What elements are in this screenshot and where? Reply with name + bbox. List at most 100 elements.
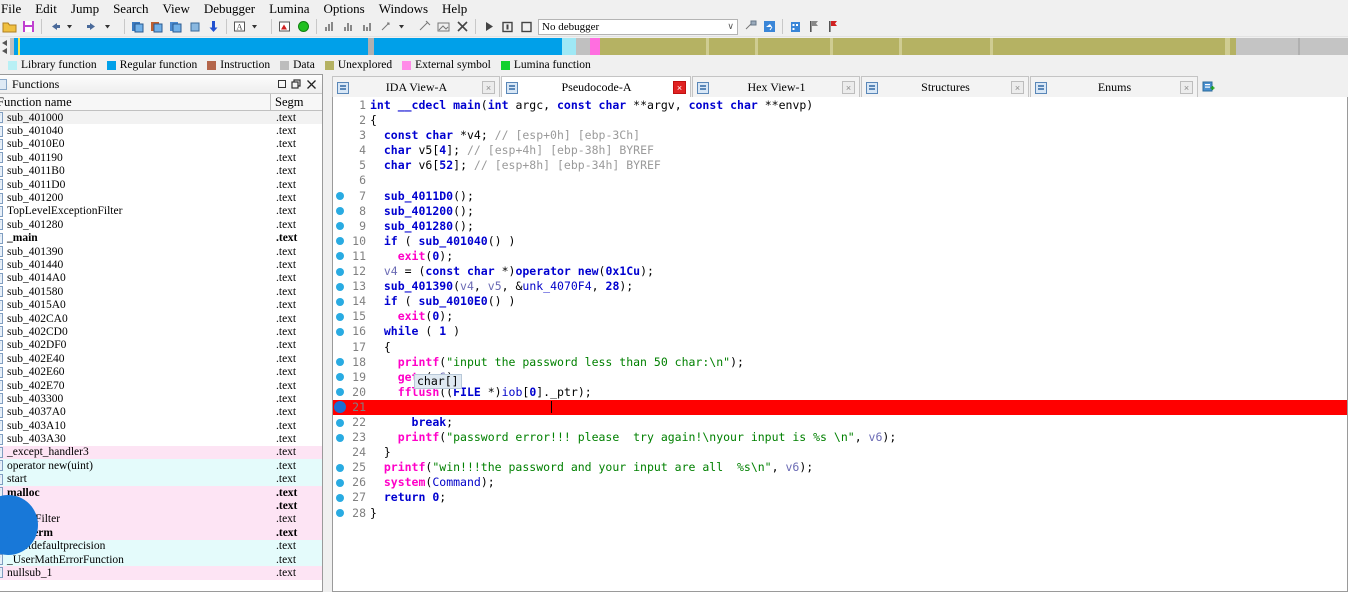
function-list-row[interactable]: f sub_4015A0 .text — [0, 298, 322, 312]
breakpoint-slot[interactable] — [333, 128, 346, 143]
function-list-row[interactable]: f_initterm.text — [0, 526, 322, 540]
chart2-icon[interactable] — [340, 18, 357, 35]
graph-icon[interactable] — [276, 18, 293, 35]
code-line[interactable]: 28} — [333, 506, 1347, 521]
breakpoint-marker-icon[interactable] — [333, 460, 346, 475]
function-list-row[interactable]: f sub_401200 .text — [0, 191, 322, 205]
menu-item-file[interactable]: File — [0, 0, 28, 17]
function-list-row[interactable]: f sub_4011B0 .text — [0, 164, 322, 178]
function-list-row[interactable]: f sub_401390 .text — [0, 244, 322, 259]
close-tab-icon[interactable]: × — [1180, 81, 1193, 94]
struct-icon[interactable] — [167, 18, 184, 35]
close-tab-icon[interactable]: × — [1011, 81, 1024, 94]
function-list-row[interactable]: f sub_402CD0 .text — [0, 325, 322, 339]
close-tab-icon[interactable]: × — [673, 81, 686, 94]
nav-segment-unexplored-block-5[interactable] — [902, 38, 990, 55]
menu-item-windows[interactable]: Windows — [372, 0, 435, 17]
nav-segment-regular-function-block-2[interactable] — [20, 38, 368, 55]
breakpoint-marker-icon[interactable] — [333, 400, 346, 415]
function-list-row[interactable]: f TopLevelExceptionFilter .text — [0, 204, 322, 219]
navigation-band[interactable] — [0, 38, 1348, 55]
nav-segment-unexplored-block-3[interactable] — [758, 38, 830, 55]
tab-enums[interactable]: Enums × — [1030, 76, 1198, 98]
breakpoint-slot[interactable] — [333, 445, 346, 460]
function-list-row[interactable]: f operator new(uint) .text — [0, 459, 322, 473]
nav-segment-regular-function-block-3[interactable] — [374, 38, 562, 55]
code-line[interactable]: 17 { — [333, 340, 1347, 355]
function-list-row[interactable]: f sub_402E60 .text — [0, 365, 322, 379]
function-list-row[interactable]: f_XcptFilter.text — [0, 512, 322, 527]
code-line[interactable]: 23 printf("password error!!! please try … — [333, 430, 1347, 445]
xrefs-dropdown-icon[interactable] — [397, 18, 414, 35]
code-line[interactable]: 13 sub_401390(v4, v5, &unk_4070F4, 28); — [333, 279, 1347, 294]
chart3-icon[interactable] — [359, 18, 376, 35]
nav-segment-data-block-2[interactable] — [1236, 38, 1298, 55]
nav-segment-library-function-block[interactable] — [562, 38, 576, 55]
function-list-row[interactable]: f sub_402E40 .text — [0, 352, 322, 366]
nav-segment-data-block-1[interactable] — [576, 38, 590, 55]
breakpoint-marker-icon[interactable] — [333, 370, 346, 385]
save-icon[interactable] — [20, 18, 37, 35]
breakpoint-marker-icon[interactable] — [333, 219, 346, 234]
nav-segment-unexplored-block-2[interactable] — [709, 38, 755, 55]
code-line[interactable]: 5 char v6[52]; // [esp+8h] [ebp-34h] BYR… — [333, 158, 1347, 173]
tower-icon[interactable] — [787, 18, 804, 35]
function-list-row[interactable]: f sub_4010E0 .text — [0, 137, 322, 152]
menu-item-edit[interactable]: Edit — [28, 0, 64, 17]
forward-arrow-icon[interactable] — [84, 18, 101, 35]
column-header-function-name[interactable]: Function name — [0, 94, 270, 110]
function-list-row[interactable]: ffree.text — [0, 499, 322, 513]
code-line[interactable]: 16 while ( 1 ) — [333, 324, 1347, 339]
restore-button[interactable] — [289, 77, 304, 92]
function-list-row[interactable]: f__setdefaultprecision.text — [0, 539, 322, 553]
function-list-row[interactable]: f sub_403A30 .text — [0, 432, 322, 446]
nav-segment-unexplored-block-4[interactable] — [833, 38, 899, 55]
tab-pseudocode-a[interactable]: Pseudocode-A × — [501, 76, 691, 98]
menu-item-view[interactable]: View — [155, 0, 196, 17]
menu-item-options[interactable]: Options — [317, 0, 372, 17]
stop-icon[interactable] — [518, 18, 535, 35]
tab-hex-view-1[interactable]: Hex View-1 × — [692, 76, 860, 98]
breakpoint-marker-icon[interactable] — [333, 294, 346, 309]
function-list-row[interactable]: f sub_401440 .text — [0, 258, 322, 272]
code-line[interactable]: 14 if ( sub_4010E0() ) — [333, 294, 1347, 309]
function-list-row[interactable]: f sub_402E70 .text — [0, 378, 322, 393]
breakpoint-marker-icon[interactable] — [333, 249, 346, 264]
function-list-row[interactable]: f sub_401280 .text — [0, 218, 322, 232]
undefine-icon[interactable] — [186, 18, 203, 35]
ascii-dropdown-icon[interactable] — [250, 18, 267, 35]
breakpoint-marker-icon[interactable] — [333, 324, 346, 339]
breakpoint-slot[interactable] — [333, 98, 346, 113]
pin-icon[interactable] — [416, 18, 433, 35]
code-line[interactable]: 8 sub_401200(); — [333, 204, 1347, 219]
function-list-row[interactable]: f sub_401000 .text — [0, 111, 322, 125]
pseudocode-text[interactable]: 1 int __cdecl main(int argc, const char *… — [333, 97, 1347, 521]
code-line[interactable]: 22 break; — [333, 415, 1347, 430]
xrefs-icon[interactable] — [378, 18, 395, 35]
code-line[interactable]: 9 sub_401280(); — [333, 219, 1347, 234]
breakpoint-marker-icon[interactable] — [333, 355, 346, 370]
breakpoint-marker-icon[interactable] — [333, 279, 346, 294]
close-x-icon[interactable] — [454, 18, 471, 35]
breakpoint-marker-icon[interactable] — [333, 234, 346, 249]
code-line[interactable]: 20 fflush((FILE *)iob[0]._ptr); — [333, 385, 1347, 400]
ascii-icon[interactable]: A — [231, 18, 248, 35]
breakpoint-slot[interactable] — [333, 143, 346, 158]
code-icon[interactable] — [129, 18, 146, 35]
maximize-button[interactable] — [274, 77, 289, 92]
function-list-row[interactable]: f _except_handler3 .text — [0, 445, 322, 460]
nav-segment-external-symbol-block[interactable] — [590, 38, 600, 55]
breakpoint-slot[interactable] — [333, 340, 346, 355]
code-line[interactable]: 27 return 0; — [333, 490, 1347, 505]
functions-list[interactable]: f sub_401000 .text f sub_401040 .text f sub_401… — [0, 111, 322, 592]
refresh-icon[interactable] — [761, 18, 778, 35]
function-list-row[interactable]: f sub_4014A0 .text — [0, 271, 322, 286]
function-list-row[interactable]: f _UserMathErrorFunction .text — [0, 552, 322, 567]
breakpoint-marker-icon[interactable] — [333, 204, 346, 219]
menu-item-search[interactable]: Search — [106, 0, 155, 17]
pseudocode-panel[interactable]: 1 int __cdecl main(int argc, const char *… — [332, 97, 1348, 592]
chart1-icon[interactable] — [321, 18, 338, 35]
function-list-row[interactable]: f sub_403300 .text — [0, 392, 322, 406]
function-list-row[interactable]: f nullsub_1 .text — [0, 566, 322, 580]
breakpoint-slot[interactable] — [333, 113, 346, 128]
